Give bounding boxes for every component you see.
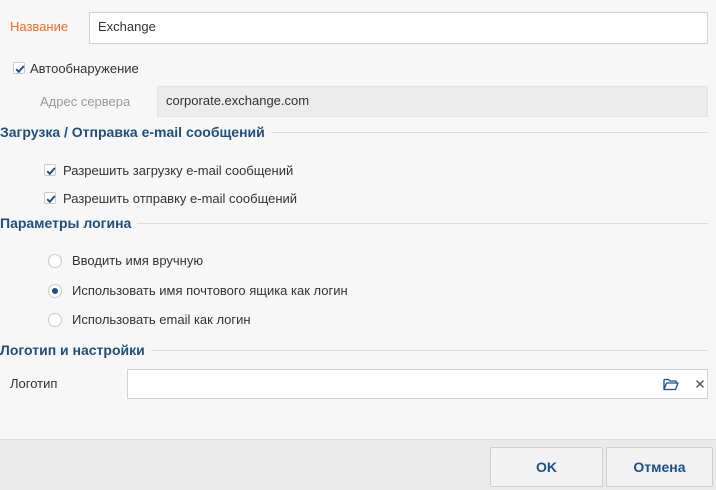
logo-label: Логотип xyxy=(10,376,58,391)
check-icon xyxy=(46,167,56,176)
close-icon[interactable] xyxy=(688,371,712,397)
server-address-field: corporate.exchange.com xyxy=(157,86,708,117)
name-label: Название xyxy=(10,19,69,34)
allow-send-label[interactable]: Разрешить отправку e-mail сообщений xyxy=(63,191,297,207)
allow-send-checkbox[interactable] xyxy=(44,192,56,204)
allow-download-label[interactable]: Разрешить загрузку e-mail сообщений xyxy=(63,163,293,179)
ok-button[interactable]: OK xyxy=(490,447,603,487)
radio-mailbox-login[interactable] xyxy=(48,284,62,298)
name-input[interactable]: Exchange xyxy=(89,12,708,44)
allow-download-checkbox[interactable] xyxy=(44,164,56,176)
logo-input[interactable] xyxy=(127,369,708,399)
server-label: Адрес сервера xyxy=(40,94,131,109)
check-icon xyxy=(15,65,25,74)
autodetect-checkbox[interactable] xyxy=(13,62,25,74)
cancel-button[interactable]: Отмена xyxy=(606,447,713,487)
mail-section-title: Загрузка / Отправка e-mail сообщений xyxy=(0,123,271,141)
radio-mailbox-login-label[interactable]: Использовать имя почтового ящика как лог… xyxy=(72,283,348,299)
radio-email-login-label[interactable]: Использовать email как логин xyxy=(72,312,251,328)
check-icon xyxy=(46,195,56,204)
radio-email-login[interactable] xyxy=(48,313,62,327)
login-section-title: Параметры логина xyxy=(0,214,138,232)
radio-manual-login[interactable] xyxy=(48,254,62,268)
logo-section-title: Логотип и настройки xyxy=(0,341,151,359)
radio-manual-login-label[interactable]: Вводить имя вручную xyxy=(72,253,203,269)
folder-open-icon[interactable] xyxy=(659,371,683,397)
autodetect-label[interactable]: Автообнаружение xyxy=(30,61,139,77)
